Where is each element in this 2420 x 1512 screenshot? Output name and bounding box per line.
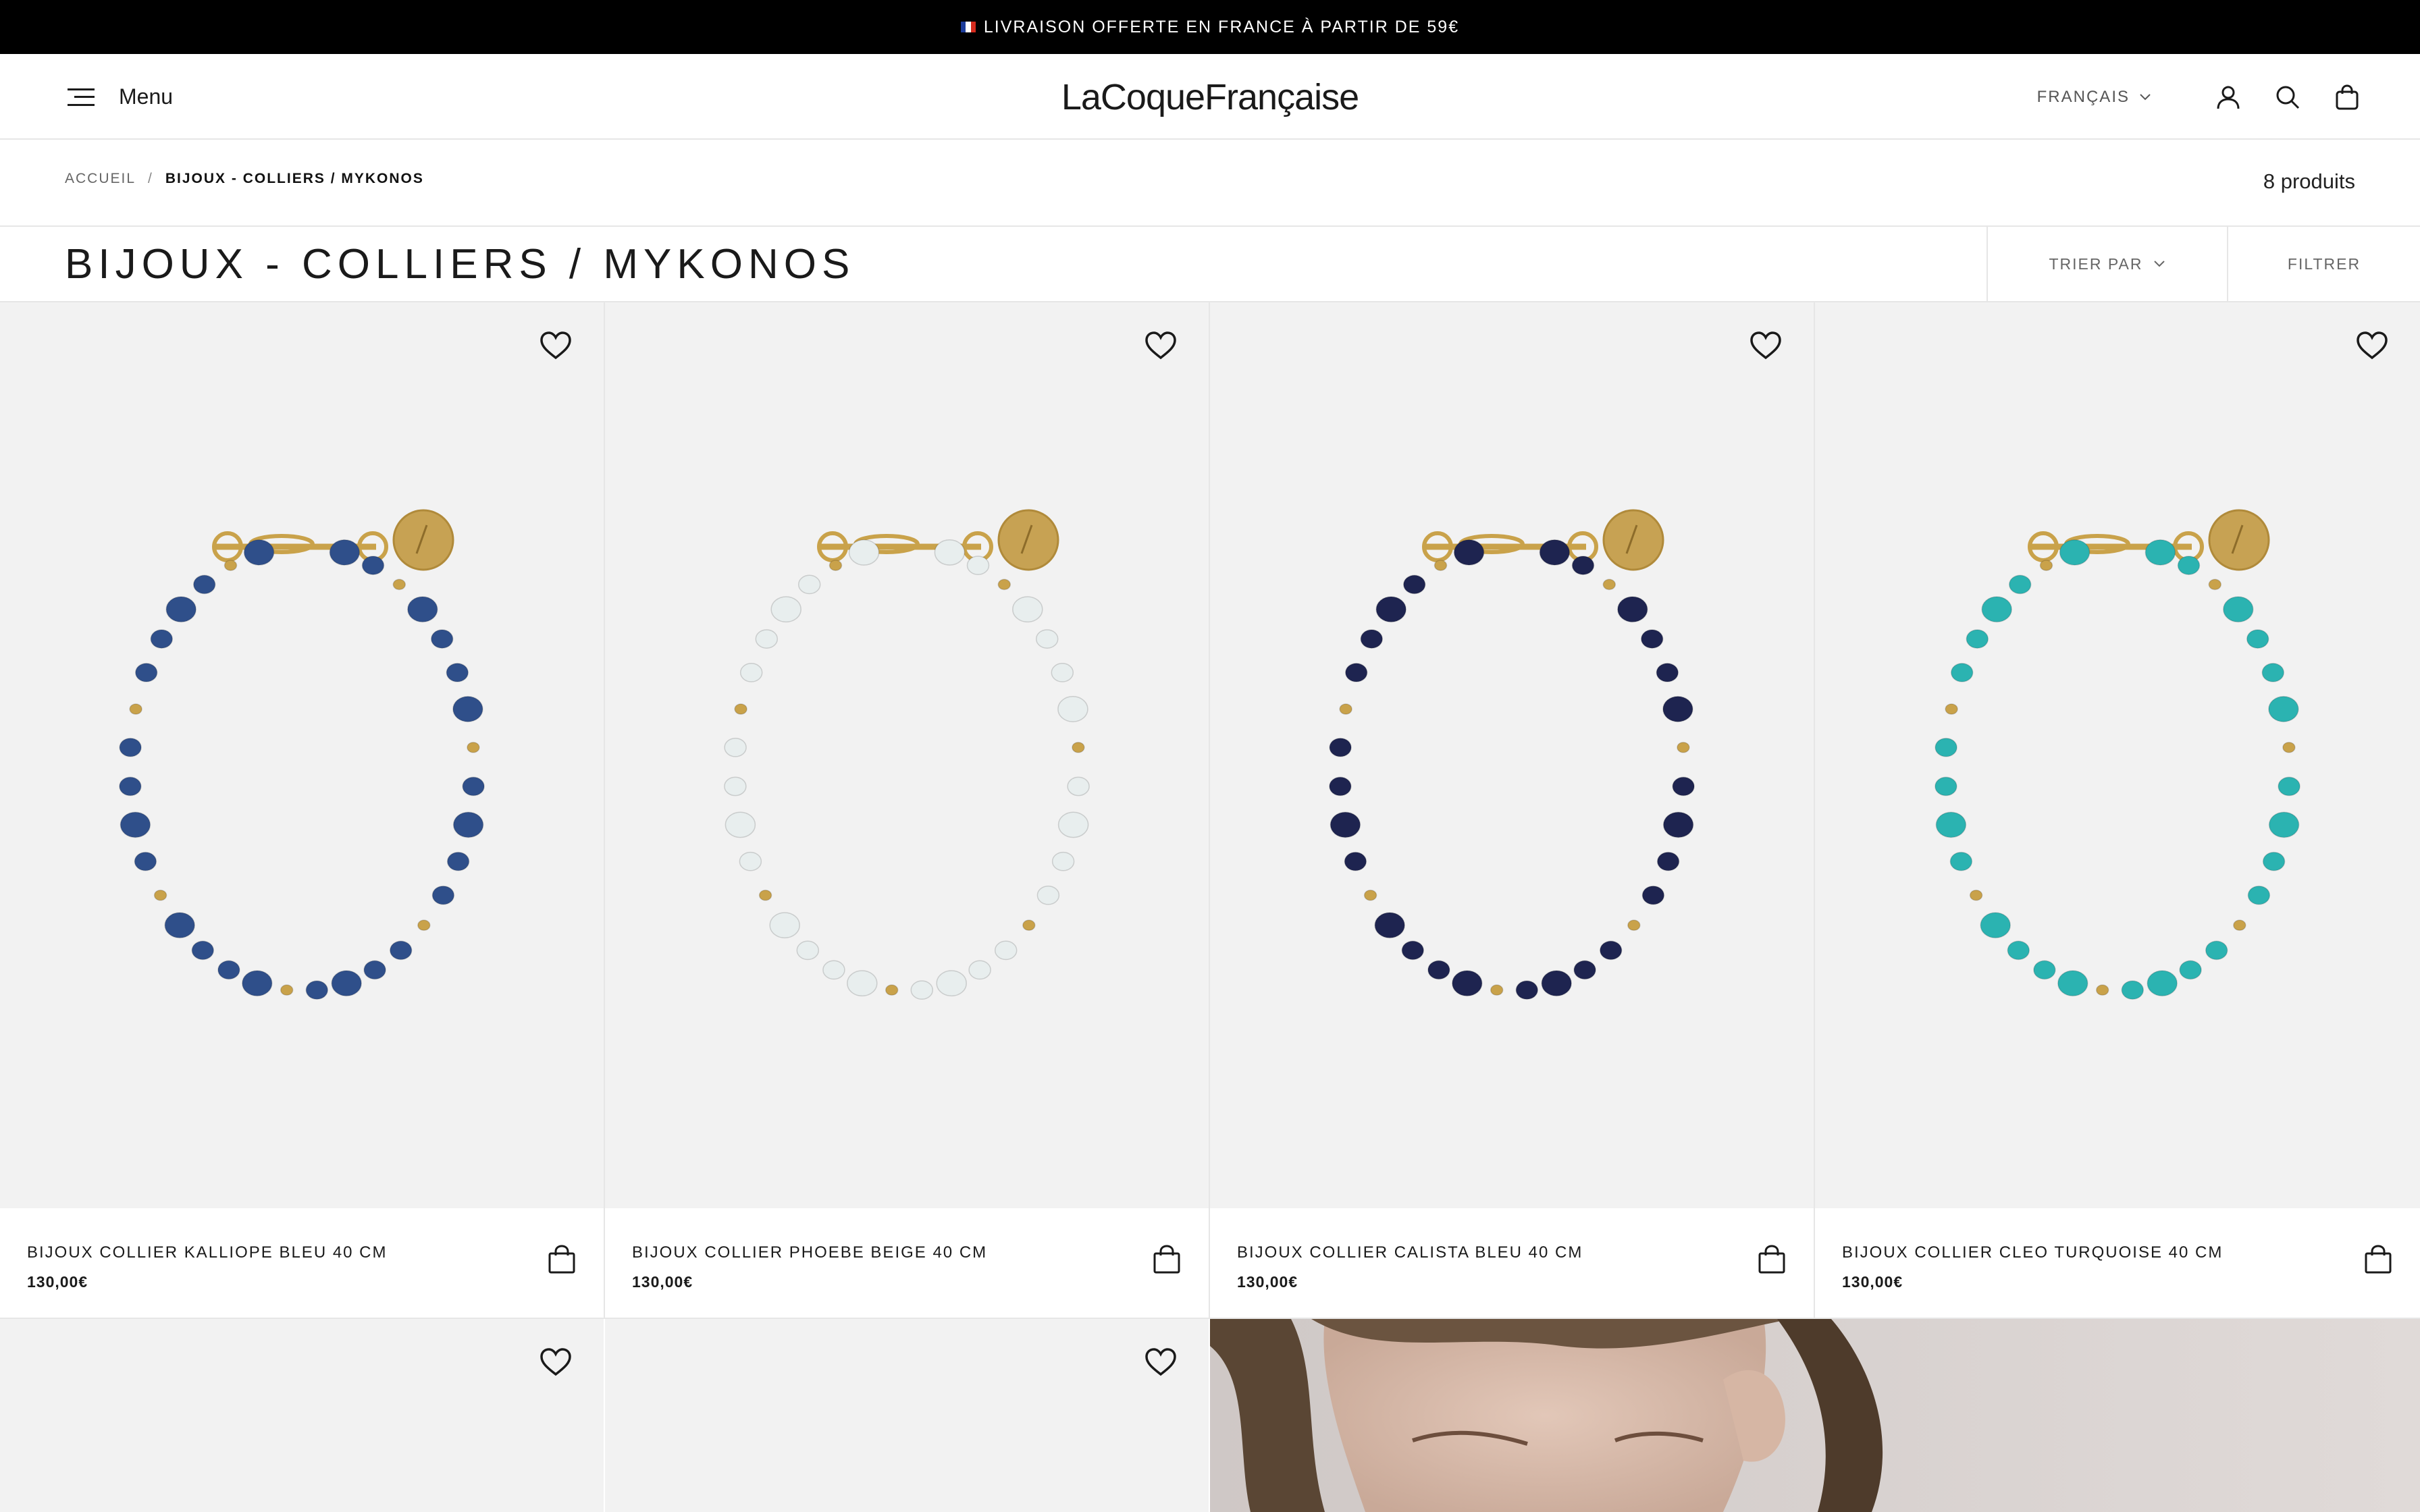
language-label: FRANÇAIS	[2036, 87, 2130, 106]
product-price: 130,00€	[1842, 1273, 1903, 1291]
wishlist-heart-icon[interactable]	[2355, 329, 2389, 362]
product-image[interactable]	[0, 302, 604, 1208]
column-divider	[1814, 302, 1815, 1319]
product-image[interactable]	[1210, 302, 1814, 1208]
menu-label: Menu	[119, 84, 174, 109]
bracelet-image	[1935, 509, 2300, 1000]
collection-toolbar: BIJOUX - COLLIERS / MYKONOS TRIER PAR FI…	[0, 227, 2420, 302]
breadcrumb: ACCUEIL / BIJOUX - COLLIERS / MYKONOS	[65, 171, 424, 187]
column-divider	[604, 302, 605, 1319]
product-image[interactable]	[605, 302, 1209, 1208]
wishlist-heart-icon[interactable]	[1749, 329, 1783, 362]
bracelet-image	[119, 509, 485, 1000]
product-card-partial[interactable]	[0, 1319, 604, 1512]
site-header: Menu LaCoqueFrançaise FRANÇAIS	[0, 54, 2420, 140]
product-card[interactable]: BIJOUX COLLIER CLEO TURQUOISE 40 CM 130,0…	[1815, 302, 2420, 1319]
product-card[interactable]: BIJOUX COLLIER PHOEBE BEIGE 40 CM 130,00€	[605, 302, 1209, 1319]
chevron-down-icon	[2140, 93, 2151, 100]
filter-label: FILTRER	[2287, 254, 2361, 273]
add-to-cart-icon[interactable]	[546, 1243, 578, 1276]
product-info: BIJOUX COLLIER CALISTA BLEU 40 CM 130,00€	[1210, 1208, 1814, 1319]
add-to-cart-icon[interactable]	[2362, 1243, 2394, 1276]
product-info: BIJOUX COLLIER CLEO TURQUOISE 40 CM 130,0…	[1815, 1208, 2420, 1319]
column-divider	[1209, 302, 1210, 1319]
product-card[interactable]: BIJOUX COLLIER CALISTA BLEU 40 CM 130,00€	[1210, 302, 1814, 1319]
hamburger-icon	[68, 88, 95, 106]
wishlist-heart-icon[interactable]	[1144, 329, 1178, 362]
wishlist-heart-icon[interactable]	[539, 1346, 573, 1378]
product-name[interactable]: BIJOUX COLLIER PHOEBE BEIGE 40 CM	[632, 1243, 987, 1262]
product-card-partial[interactable]	[605, 1319, 1209, 1512]
cart-icon[interactable]	[2331, 81, 2363, 113]
product-price: 130,00€	[1237, 1273, 1298, 1291]
breadcrumb-separator: /	[148, 171, 153, 186]
product-image[interactable]	[1815, 302, 2420, 1208]
sort-button[interactable]: TRIER PAR	[1987, 227, 2227, 301]
sort-label: TRIER PAR	[2049, 254, 2143, 273]
product-name[interactable]: BIJOUX COLLIER CLEO TURQUOISE 40 CM	[1842, 1243, 2223, 1262]
language-selector[interactable]: FRANÇAIS	[2037, 88, 2151, 107]
product-card[interactable]: BIJOUX COLLIER KALLIOPE BLEU 40 CM 130,00…	[0, 302, 604, 1319]
menu-button[interactable]: Menu	[68, 54, 173, 140]
product-price: 130,00€	[632, 1273, 693, 1291]
page-title: BIJOUX - COLLIERS / MYKONOS	[65, 241, 856, 288]
model-photo	[1210, 1319, 2420, 1512]
wishlist-heart-icon[interactable]	[539, 329, 573, 362]
header-actions: FRANÇAIS	[2037, 54, 2363, 140]
filter-button[interactable]: FILTRER	[2227, 227, 2420, 301]
breadcrumb-home[interactable]: ACCUEIL	[65, 171, 136, 187]
add-to-cart-icon[interactable]	[1151, 1243, 1183, 1276]
site-logo[interactable]: LaCoqueFrançaise	[1061, 76, 1359, 118]
announcement-text: LIVRAISON OFFERTE EN FRANCE À PARTIR DE …	[983, 17, 1460, 36]
bracelet-image	[1329, 509, 1695, 1000]
france-flag-icon	[960, 22, 976, 32]
breadcrumb-current: BIJOUX - COLLIERS / MYKONOS	[165, 171, 424, 186]
promo-model-image[interactable]	[1210, 1319, 2420, 1512]
breadcrumb-bar: ACCUEIL / BIJOUX - COLLIERS / MYKONOS 8 …	[0, 140, 2420, 227]
product-info: BIJOUX COLLIER PHOEBE BEIGE 40 CM 130,00€	[605, 1208, 1209, 1319]
bracelet-image	[724, 509, 1090, 1000]
account-icon[interactable]	[2212, 81, 2244, 113]
product-count: 8 produits	[2263, 169, 2355, 193]
announcement-bar: LIVRAISON OFFERTE EN FRANCE À PARTIR DE …	[0, 0, 2420, 54]
product-name[interactable]: BIJOUX COLLIER KALLIOPE BLEU 40 CM	[27, 1243, 388, 1262]
product-name[interactable]: BIJOUX COLLIER CALISTA BLEU 40 CM	[1237, 1243, 1583, 1262]
product-info: BIJOUX COLLIER KALLIOPE BLEU 40 CM 130,00…	[0, 1208, 604, 1319]
search-icon[interactable]	[2271, 81, 2304, 113]
add-to-cart-icon[interactable]	[1756, 1243, 1788, 1276]
chevron-down-icon	[2154, 261, 2165, 267]
wishlist-heart-icon[interactable]	[1144, 1346, 1178, 1378]
product-price: 130,00€	[27, 1273, 88, 1291]
